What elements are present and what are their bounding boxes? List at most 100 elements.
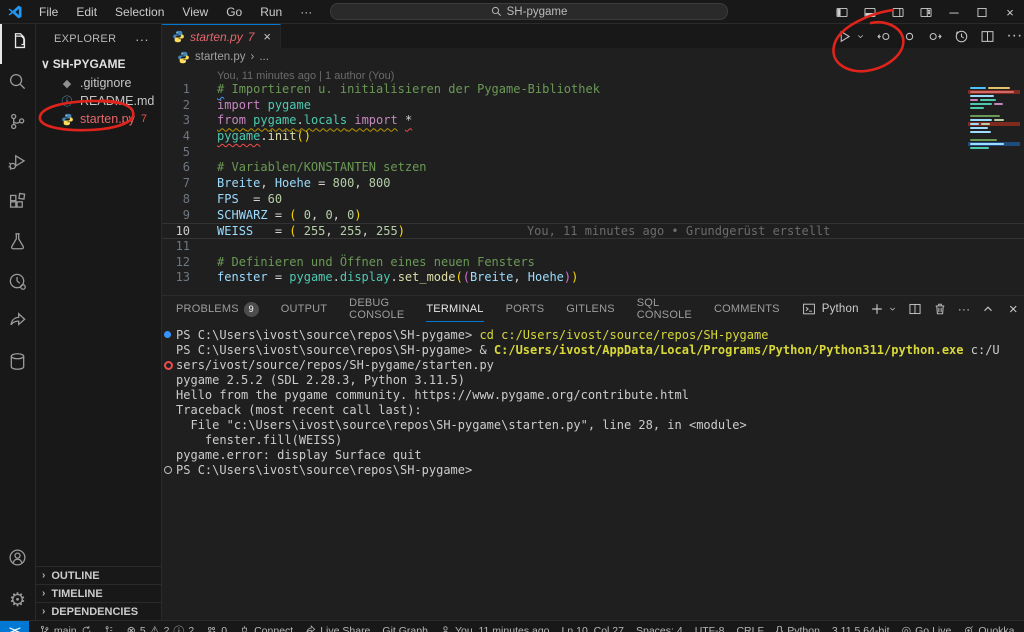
play-icon[interactable]: [837, 29, 852, 44]
statusbar-indentation[interactable]: Spaces: 4: [630, 621, 689, 632]
file-readme-md[interactable]: ⓘREADME.md: [36, 92, 161, 110]
minimap[interactable]: [968, 86, 1020, 150]
layout-panel-icon[interactable]: [856, 0, 884, 24]
command-center-search[interactable]: SH-pygame: [330, 3, 728, 20]
activity-live-share-icon[interactable]: [0, 304, 36, 344]
more-icon[interactable]: ···: [1006, 29, 1022, 44]
menu-file[interactable]: File: [30, 5, 67, 19]
panel-tab-output[interactable]: OUTPUT: [281, 296, 327, 322]
menu-selection[interactable]: Selection: [106, 5, 173, 19]
statusbar-git-graph[interactable]: Git Graph: [376, 621, 434, 632]
code-line-7[interactable]: 7Breite, Hoehe = 800, 800: [162, 176, 1024, 192]
plus-icon[interactable]: [870, 302, 884, 316]
minimize-icon[interactable]: ─: [940, 0, 968, 24]
code-line-3[interactable]: 3from pygame.locals import *: [162, 113, 1024, 129]
code-editor[interactable]: 1# Importieren u. initialisieren der Pyg…: [162, 82, 1024, 295]
terminal-output[interactable]: PS C:\Users\ivost\source\repos\SH-pygame…: [162, 322, 1024, 620]
more-icon[interactable]: ···: [958, 302, 971, 316]
section-outline[interactable]: ›OUTLINE: [36, 566, 161, 584]
terminal-shell-label[interactable]: Python: [822, 303, 859, 315]
close-icon[interactable]: ×: [1006, 302, 1020, 316]
readme-icon: ⓘ: [60, 93, 74, 109]
panel-tab-comments[interactable]: COMMENTS: [714, 296, 780, 322]
maximize-icon[interactable]: [968, 0, 996, 24]
layout-sidebar-left-icon[interactable]: [828, 0, 856, 24]
trash-icon[interactable]: [933, 302, 947, 316]
activity-gitlens-icon[interactable]: [0, 264, 36, 304]
split-editor-icon[interactable]: [980, 29, 995, 44]
statusbar-encoding[interactable]: UTF-8: [689, 621, 731, 632]
editor-group: starten.py 7 × ··· starten.py › ... You,…: [162, 24, 1024, 620]
panel-tab-terminal[interactable]: TERMINAL: [426, 296, 483, 322]
close-icon[interactable]: ×: [996, 0, 1024, 24]
workspace-root-folder[interactable]: ∨ SH-PYGAME: [36, 54, 161, 74]
activity-account-icon[interactable]: [0, 540, 36, 580]
file--gitignore[interactable]: ◆.gitignore: [36, 74, 161, 92]
compare-icon[interactable]: [902, 29, 917, 44]
activity-run-debug-icon[interactable]: [0, 144, 36, 184]
statusbar-sql-connect[interactable]: Connect: [233, 621, 299, 632]
code-line-10[interactable]: 10WEISS = ( 255, 255, 255)You, 11 minute…: [162, 223, 1024, 239]
code-line-12[interactable]: 12# Definieren und Öffnen eines neuen Fe…: [162, 255, 1024, 271]
file-starten-py[interactable]: starten.py7: [36, 110, 161, 128]
panel-tab-sql-console[interactable]: SQL CONSOLE: [637, 296, 692, 322]
panel-tab-problems[interactable]: PROBLEMS9: [176, 296, 259, 322]
menu-[interactable]: ···: [291, 5, 321, 19]
menu-view[interactable]: View: [173, 5, 217, 19]
prev-change-icon[interactable]: [876, 29, 891, 44]
customize-layout-icon[interactable]: [912, 0, 940, 24]
chevron-up-icon[interactable]: [981, 302, 995, 316]
activity-search-icon[interactable]: [0, 64, 36, 104]
statusbar-compare-changes[interactable]: [98, 621, 121, 632]
statusbar-blame-status[interactable]: You, 11 minutes ago: [434, 621, 556, 632]
chevron-down-icon[interactable]: [856, 29, 865, 44]
tab-starten-py[interactable]: starten.py 7 ×: [162, 24, 281, 48]
activity-extensions-icon[interactable]: [0, 184, 36, 224]
section-timeline[interactable]: ›TIMELINE: [36, 584, 161, 602]
panel-tab-debug-console[interactable]: DEBUG CONSOLE: [349, 296, 404, 322]
code-line-4[interactable]: 4pygame.init(): [162, 129, 1024, 145]
menu-run[interactable]: Run: [251, 5, 291, 19]
statusbar-go-live[interactable]: ◎Go Live: [896, 621, 958, 632]
statusbar-notifications[interactable]: [1021, 621, 1024, 632]
code-line-11[interactable]: 11: [162, 239, 1024, 255]
code-line-9[interactable]: 9SCHWARZ = ( 0, 0, 0): [162, 208, 1024, 224]
code-line-5[interactable]: 5: [162, 145, 1024, 161]
statusbar-liveshare-participants[interactable]: 0: [200, 621, 233, 632]
code-line-8[interactable]: 8FPS = 60: [162, 192, 1024, 208]
chevron-down-icon[interactable]: [888, 302, 897, 316]
code-line-13[interactable]: 13fenster = pygame.display.set_mode((Bre…: [162, 270, 1024, 286]
statusbar-cursor-position[interactable]: Ln 10, Col 27: [556, 621, 630, 632]
menu-go[interactable]: Go: [217, 5, 251, 19]
statusbar-quokka[interactable]: Quokka: [957, 621, 1020, 632]
activity-settings-gear-icon[interactable]: ⚙: [0, 580, 36, 620]
testing-icon: [8, 232, 27, 257]
menu-bar[interactable]: FileEditSelectionViewGoRun···: [30, 5, 321, 19]
statusbar-eol[interactable]: CRLF: [730, 621, 769, 632]
statusbar-python-interpreter[interactable]: 3.11.5 64-bit: [826, 621, 896, 632]
layout-sidebar-right-icon[interactable]: [884, 0, 912, 24]
panel-tab-gitlens[interactable]: GITLENS: [566, 296, 614, 322]
section-dependencies[interactable]: ›DEPENDENCIES: [36, 602, 161, 620]
menu-edit[interactable]: Edit: [67, 5, 106, 19]
statusbar-problems[interactable]: ⊗5⚠2ⓘ2: [121, 621, 201, 632]
activity-database-icon[interactable]: [0, 344, 36, 384]
statusbar-remote[interactable]: ><: [0, 621, 29, 632]
statusbar-git-branch[interactable]: main: [33, 621, 98, 632]
breadcrumb[interactable]: starten.py › ...: [162, 48, 1024, 66]
panel-tab-ports[interactable]: PORTS: [506, 296, 545, 322]
statusbar-live-share[interactable]: Live Share: [299, 621, 376, 632]
code-line-1[interactable]: 1# Importieren u. initialisieren der Pyg…: [162, 82, 1024, 98]
code-line-2[interactable]: 2import pygame: [162, 98, 1024, 114]
history-icon[interactable]: [954, 29, 969, 44]
terminal-icon[interactable]: [802, 302, 816, 316]
split-editor-icon[interactable]: [908, 302, 922, 316]
activity-testing-icon[interactable]: [0, 224, 36, 264]
activity-files-icon[interactable]: [0, 24, 36, 64]
next-change-icon[interactable]: [928, 29, 943, 44]
explorer-more-actions-icon[interactable]: ···: [135, 32, 149, 47]
code-line-6[interactable]: 6# Variablen/KONSTANTEN setzen: [162, 160, 1024, 176]
activity-source-control-icon[interactable]: [0, 104, 36, 144]
statusbar-language-mode[interactable]: {}Python: [770, 621, 826, 632]
close-tab-icon[interactable]: ×: [263, 29, 271, 44]
